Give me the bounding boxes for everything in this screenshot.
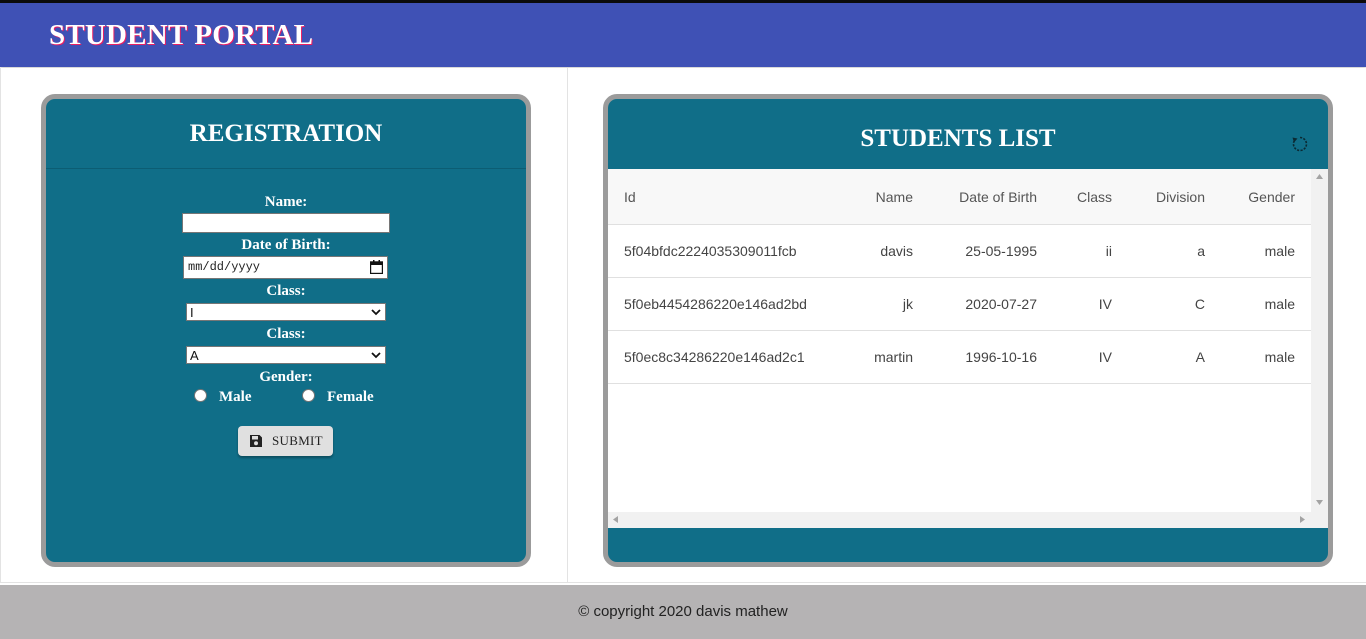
cell-class: IV [1098, 296, 1112, 312]
cell-class: IV [1098, 349, 1112, 365]
col-header-name[interactable]: Name [838, 169, 913, 224]
scroll-down-icon[interactable] [1316, 500, 1323, 505]
app-header: STUDENT PORTAL [0, 0, 1366, 67]
students-title: STUDENTS LIST [860, 125, 1056, 152]
cell-gender: male [1264, 296, 1295, 312]
page-footer: © copyright 2020 davis mathew [0, 585, 1366, 639]
chevron-down-icon [371, 352, 381, 359]
table-row[interactable]: 5f0eb4454286220e146ad2bd jk 2020-07-27 I… [608, 278, 1311, 331]
submit-button[interactable]: SUBMIT [238, 426, 333, 456]
col-header-id[interactable]: Id [624, 169, 636, 224]
cell-division: a [1197, 243, 1205, 259]
submit-label: SUBMIT [272, 433, 323, 448]
cell-dob: 2020-07-27 [965, 296, 1037, 312]
table-header: Id Name Date of Birth Class Division Gen… [608, 169, 1311, 225]
cell-gender: male [1264, 243, 1295, 259]
students-column: STUDENTS LIST Id Name Date of Birth Clas… [568, 68, 1366, 583]
horizontal-scrollbar[interactable] [608, 512, 1328, 528]
app-title: STUDENT PORTAL [49, 19, 314, 51]
division-label: Class: [266, 326, 306, 342]
col-header-division[interactable]: Division [1128, 169, 1205, 224]
dob-input[interactable]: mm/dd/yyyy [183, 256, 388, 279]
cell-id: 5f0ec8c34286220e146ad2c1 [624, 349, 805, 365]
class-select[interactable]: I [186, 303, 386, 321]
gender-male-label: Male [219, 389, 252, 405]
main-content: REGISTRATION Name: Date of Birth: mm/dd/… [0, 68, 1366, 584]
cell-id: 5f04bfdc2224035309011fcb [624, 243, 797, 259]
save-icon [250, 435, 262, 447]
cell-class: ii [1105, 243, 1112, 259]
scroll-left-icon[interactable] [613, 516, 618, 523]
cell-name: martin [874, 349, 913, 365]
cell-name: davis [880, 243, 913, 259]
class-label: Class: [266, 283, 306, 299]
registration-title: REGISTRATION [46, 99, 526, 169]
division-select[interactable]: A [186, 346, 386, 364]
cell-division: C [1194, 296, 1205, 312]
calendar-icon[interactable] [370, 260, 383, 274]
col-header-gender[interactable]: Gender [1218, 169, 1295, 224]
cell-division: A [1195, 349, 1205, 365]
cell-id: 5f0eb4454286220e146ad2bd [624, 296, 807, 312]
name-label: Name: [264, 194, 308, 210]
name-input[interactable] [182, 213, 390, 233]
cell-dob: 25-05-1995 [965, 243, 1037, 259]
cell-gender: male [1264, 349, 1295, 365]
table-row[interactable]: 5f04bfdc2224035309011fcb davis 25-05-199… [608, 225, 1311, 278]
students-table: Id Name Date of Birth Class Division Gen… [608, 169, 1328, 528]
gender-radio-group: Male Female [46, 388, 526, 408]
division-select-value: A [190, 348, 199, 363]
registration-column: REGISTRATION Name: Date of Birth: mm/dd/… [0, 68, 568, 583]
students-card: STUDENTS LIST Id Name Date of Birth Clas… [603, 94, 1333, 567]
gender-female-radio[interactable] [302, 389, 315, 402]
col-header-dob[interactable]: Date of Birth [928, 169, 1037, 224]
dob-placeholder: mm/dd/yyyy [188, 260, 261, 274]
class-select-value: I [190, 305, 194, 320]
vertical-scrollbar[interactable] [1311, 169, 1328, 512]
refresh-icon[interactable] [1290, 134, 1310, 154]
col-header-class[interactable]: Class [1048, 169, 1112, 224]
gender-male-radio[interactable] [194, 389, 207, 402]
table-row[interactable]: 5f0ec8c34286220e146ad2c1 martin 1996-10-… [608, 331, 1311, 384]
gender-label: Gender: [259, 369, 313, 385]
gender-female-label: Female [327, 389, 374, 405]
cell-dob: 1996-10-16 [965, 349, 1037, 365]
scroll-right-icon[interactable] [1300, 516, 1305, 523]
copyright-text: © copyright 2020 davis mathew [578, 603, 788, 620]
chevron-down-icon [371, 309, 381, 316]
registration-card: REGISTRATION Name: Date of Birth: mm/dd/… [41, 94, 531, 567]
dob-label: Date of Birth: [241, 237, 331, 253]
cell-name: jk [902, 296, 913, 312]
scroll-up-icon[interactable] [1316, 174, 1323, 179]
